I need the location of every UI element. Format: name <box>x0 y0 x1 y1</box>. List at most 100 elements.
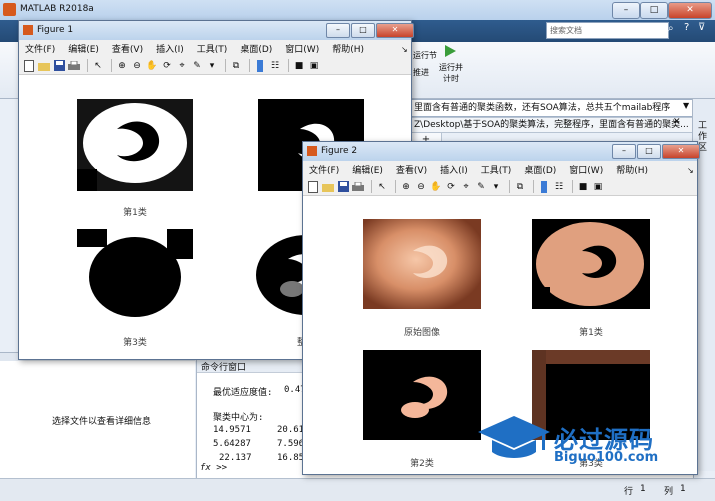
figure-1-window-controls: – □ ✕ <box>325 23 414 38</box>
run-section-button[interactable]: 运行节 <box>413 50 437 61</box>
zoom-in-icon[interactable]: ⊕ <box>400 181 412 193</box>
figure-2-plot-class-2 <box>363 350 481 440</box>
colorbar-icon[interactable] <box>254 59 266 72</box>
show-plot-tools-icon[interactable]: ▣ <box>592 181 604 193</box>
center-row-2-col-2: 7.596 <box>277 439 305 449</box>
figure-2-caption-2: 第1类 <box>579 328 603 338</box>
center-row-3-col-1: 22.137 <box>219 453 252 463</box>
figure-1-plot-1 <box>77 99 193 191</box>
run-and-time-button[interactable]: 运行并 计时 <box>436 62 466 84</box>
menu-edit[interactable]: 编辑(E) <box>352 163 383 176</box>
figure-2-window-controls: – □ ✕ <box>611 144 700 159</box>
menu-file[interactable]: 文件(F) <box>309 163 339 176</box>
maximize-button[interactable]: □ <box>640 2 668 19</box>
figure-1-plot-3 <box>77 229 193 321</box>
open-file-icon[interactable] <box>38 60 50 72</box>
pointer-icon[interactable]: ↖ <box>376 181 388 193</box>
watermark-url: Biguo100.com <box>554 450 659 465</box>
brush-icon[interactable]: ✎ <box>475 181 487 193</box>
help-icon[interactable]: ? <box>684 22 689 33</box>
menu-help[interactable]: 帮助(H) <box>332 42 364 55</box>
menu-tools[interactable]: 工具(T) <box>197 42 228 55</box>
figure-1-maximize-button[interactable]: □ <box>351 23 375 38</box>
figure-1-toolbar: ↖ ⊕ ⊖ ✋ ⟳ ⌖ ✎ ▾ ⧉ ☷ ■ ▣ <box>19 57 411 75</box>
figure-1-titlebar[interactable]: Figure 1 – □ ✕ <box>19 21 414 40</box>
show-plot-tools-icon[interactable]: ▣ <box>308 60 320 72</box>
link-plot-icon[interactable]: ⧉ <box>230 60 242 72</box>
toolbar-separator <box>87 59 88 72</box>
menu-view[interactable]: 查看(V) <box>112 42 143 55</box>
search-icon[interactable]: ⌕ <box>668 23 674 34</box>
command-prompt[interactable]: fx >> <box>200 463 227 473</box>
menu-view[interactable]: 查看(V) <box>396 163 427 176</box>
figure-2-plot-class-1 <box>532 219 650 309</box>
menu-insert[interactable]: 插入(I) <box>156 42 184 55</box>
figure-2-caption-3: 第2类 <box>410 459 434 469</box>
center-row-1-col-2: 20.61 <box>277 425 305 435</box>
best-fitness-label: 最优适应度值: <box>213 388 273 398</box>
data-cursor-icon[interactable]: ⌖ <box>460 181 472 193</box>
run-and-time-icon <box>443 44 457 58</box>
colorbar-icon[interactable] <box>538 180 550 193</box>
new-figure-icon[interactable] <box>23 59 35 72</box>
brush-dropdown-icon[interactable]: ▾ <box>206 60 218 72</box>
minimize-button[interactable]: – <box>612 2 640 19</box>
figure-2-minimize-button[interactable]: – <box>612 144 636 159</box>
save-icon[interactable] <box>53 60 65 72</box>
menu-edit[interactable]: 编辑(E) <box>68 42 99 55</box>
figure-2-maximize-button[interactable]: □ <box>637 144 661 159</box>
menu-insert[interactable]: 插入(I) <box>440 163 468 176</box>
menu-file[interactable]: 文件(F) <box>25 42 55 55</box>
figure-2-menu-bar: 文件(F) 编辑(E) 查看(V) 插入(I) 工具(T) 桌面(D) 窗口(W… <box>303 161 697 178</box>
legend-icon[interactable]: ☷ <box>553 181 565 193</box>
status-col-value: 1 <box>680 484 686 494</box>
toolbar-separator <box>395 180 396 193</box>
figure-1-caption-1: 第1类 <box>123 208 147 218</box>
center-row-2-col-1: 5.64287 <box>213 439 251 449</box>
save-icon[interactable] <box>337 181 349 193</box>
rotate-3d-icon[interactable]: ⟳ <box>445 181 457 193</box>
dock-arrow-icon[interactable]: ↘ <box>687 166 694 175</box>
figure-1-caption-3: 第3类 <box>123 338 147 348</box>
pan-hand-icon[interactable]: ✋ <box>430 181 442 193</box>
menu-tools[interactable]: 工具(T) <box>481 163 512 176</box>
brush-icon[interactable]: ✎ <box>191 60 203 72</box>
expand-icon[interactable]: ⊽ <box>698 22 705 33</box>
menu-help[interactable]: 帮助(H) <box>616 163 648 176</box>
pointer-icon[interactable]: ↖ <box>92 60 104 72</box>
menu-window[interactable]: 窗口(W) <box>569 163 603 176</box>
close-button[interactable]: ✕ <box>668 2 712 19</box>
figure-1-minimize-button[interactable]: – <box>326 23 350 38</box>
menu-window[interactable]: 窗口(W) <box>285 42 319 55</box>
pan-hand-icon[interactable]: ✋ <box>146 60 158 72</box>
print-icon[interactable] <box>68 60 80 72</box>
menu-desktop[interactable]: 桌面(D) <box>240 42 272 55</box>
figure-2-close-button[interactable]: ✕ <box>662 144 700 159</box>
address-bar[interactable]: 里面含有普通的聚类函数，还有SOA算法，总共五个mailab程序 <box>410 99 697 117</box>
hide-plot-tools-icon[interactable]: ■ <box>577 181 589 193</box>
rotate-3d-icon[interactable]: ⟳ <box>161 60 173 72</box>
file-path-bar: Z\Desktop\基于SOA的聚类算法，完整程序，里面含有普通的聚类... <box>410 117 697 133</box>
data-cursor-icon[interactable]: ⌖ <box>176 60 188 72</box>
details-panel: 选择文件以查看详细信息 <box>0 352 195 479</box>
search-input[interactable]: 搜索文档 <box>546 22 669 39</box>
figure-2-titlebar[interactable]: Figure 2 – □ ✕ <box>303 142 700 161</box>
dock-arrow-icon[interactable]: ↘ <box>401 45 408 54</box>
close-file-icon[interactable]: ✕ <box>673 117 681 127</box>
brush-dropdown-icon[interactable]: ▾ <box>490 181 502 193</box>
menu-desktop[interactable]: 桌面(D) <box>524 163 556 176</box>
figure-1-close-button[interactable]: ✕ <box>376 23 414 38</box>
toolbar-separator <box>225 59 226 72</box>
zoom-out-icon[interactable]: ⊖ <box>415 181 427 193</box>
new-figure-icon[interactable] <box>307 180 319 193</box>
hide-plot-tools-icon[interactable]: ■ <box>293 60 305 72</box>
open-file-icon[interactable] <box>322 181 334 193</box>
legend-icon[interactable]: ☷ <box>269 60 281 72</box>
link-plot-icon[interactable]: ⧉ <box>514 181 526 193</box>
advance-button[interactable]: 推进 <box>413 67 429 78</box>
address-dropdown-icon[interactable]: ▼ <box>683 101 689 110</box>
zoom-in-icon[interactable]: ⊕ <box>116 60 128 72</box>
print-icon[interactable] <box>352 181 364 193</box>
graduation-cap-logo-icon <box>478 414 550 464</box>
zoom-out-icon[interactable]: ⊖ <box>131 60 143 72</box>
